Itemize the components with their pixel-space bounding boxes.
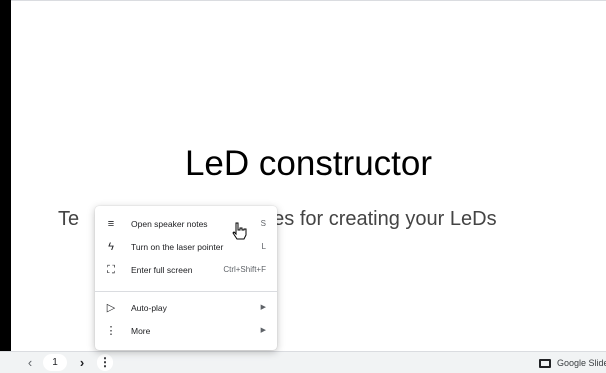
menu-item-more[interactable]: ⋮ More ▶: [95, 320, 277, 342]
menu-item-auto-play[interactable]: ▷ Auto-play ▶: [95, 297, 277, 319]
brand-label: Google Slides: [557, 358, 606, 368]
menu-item-shortcut: S: [260, 219, 266, 228]
slide-title: LeD constructor: [184, 144, 433, 183]
menu-item-label: Open speaker notes: [131, 219, 208, 229]
more-vert-icon: ⋮: [105, 325, 117, 337]
presentation-toolbar: ‹ 1 › ⋮ Google Slides: [0, 351, 606, 373]
presentation-options-menu: ≡ Open speaker notes S ϟ Turn on the las…: [95, 206, 277, 350]
play-icon: ▷: [106, 302, 116, 314]
fullscreen-icon: ⛶: [107, 264, 115, 276]
menu-divider: [95, 291, 277, 292]
google-slides-brand[interactable]: Google Slides: [539, 353, 606, 373]
menu-item-label: Enter full screen: [131, 265, 193, 275]
menu-item-shortcut: Ctrl+Shift+F: [223, 265, 266, 274]
next-slide-button[interactable]: ›: [75, 353, 89, 372]
previous-slide-button[interactable]: ‹: [22, 353, 38, 372]
menu-item-shortcut: L: [261, 242, 266, 251]
laser-pointer-icon: ϟ: [108, 241, 114, 253]
speaker-notes-icon: ≡: [107, 218, 115, 230]
slide-number-pill[interactable]: 1: [43, 354, 67, 371]
menu-item-label: Turn on the laser pointer: [131, 242, 224, 252]
options-menu-button[interactable]: ⋮: [97, 354, 113, 371]
menu-item-label: More: [131, 326, 151, 336]
slide-subtitle-end: lines for creating your LeDs: [253, 208, 497, 230]
menu-item-full-screen[interactable]: ⛶ Enter full screen Ctrl+Shift+F: [95, 259, 277, 281]
left-edge-bar: [0, 0, 11, 373]
menu-item-open-speaker-notes[interactable]: ≡ Open speaker notes S: [95, 213, 277, 235]
hand-cursor-icon: [232, 222, 247, 240]
menu-item-label: Auto-play: [131, 303, 167, 313]
submenu-arrow-icon: ▶: [260, 304, 266, 311]
menu-item-laser-pointer[interactable]: ϟ Turn on the laser pointer L: [95, 236, 277, 258]
slides-icon: [539, 358, 551, 368]
submenu-arrow-icon: ▶: [260, 327, 266, 334]
slide-subtitle-start: Te: [58, 208, 80, 230]
